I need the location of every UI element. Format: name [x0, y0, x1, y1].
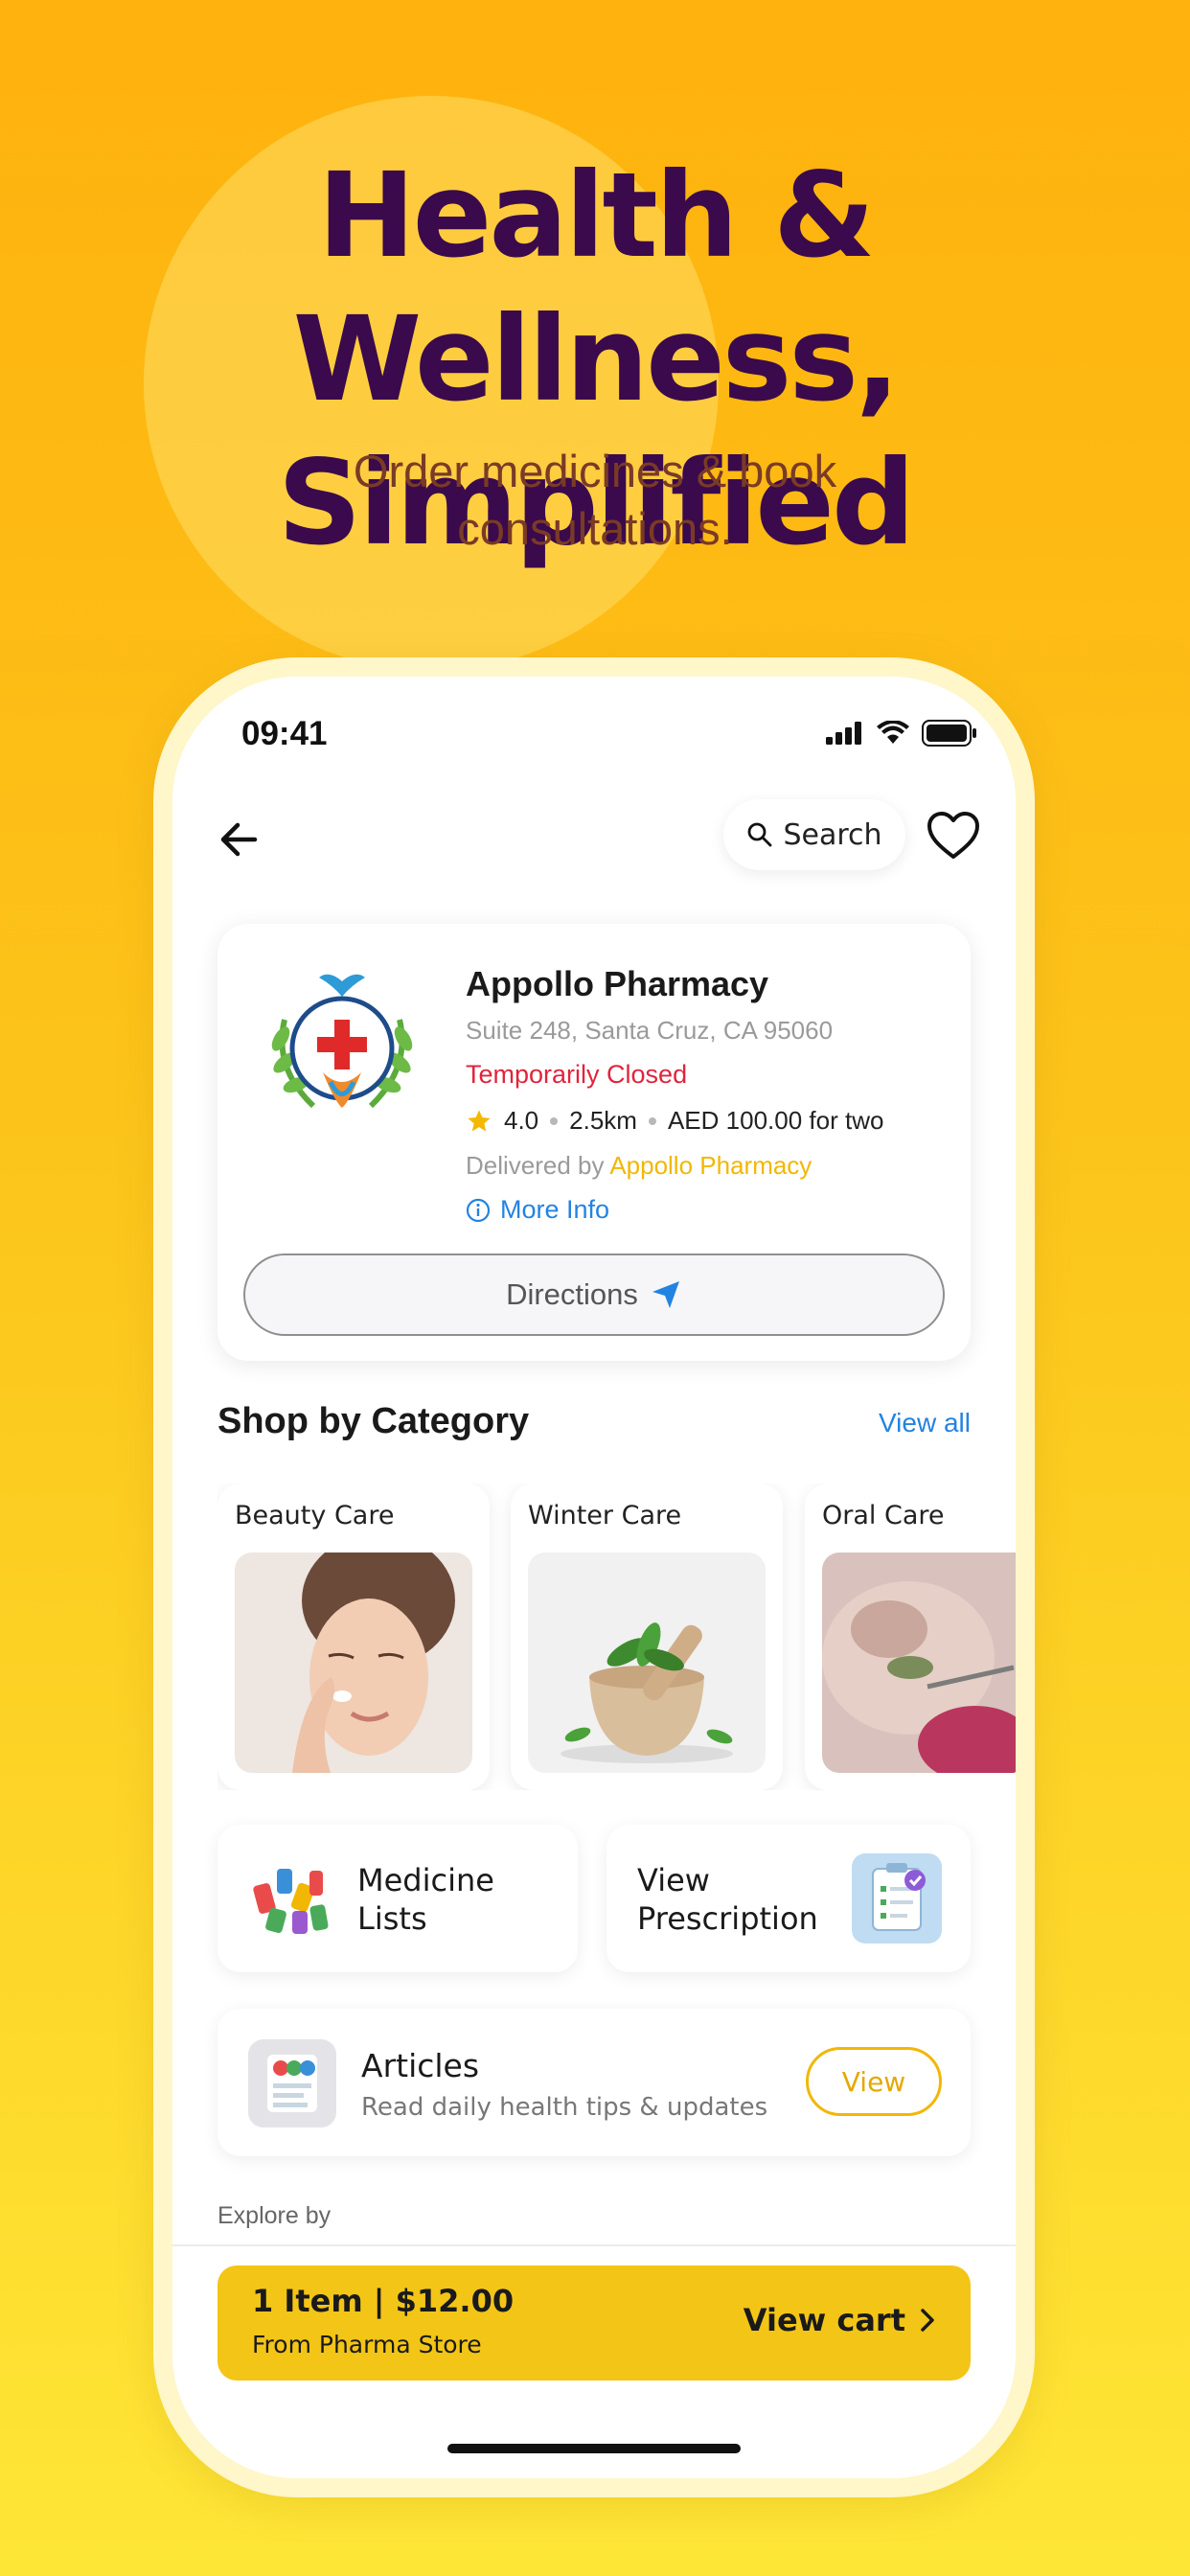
category-label: Oral Care: [822, 1501, 945, 1530]
clipboard-icon: [852, 1853, 942, 1944]
delivered-by: Delivered by Appollo Pharmacy: [466, 1151, 812, 1181]
category-carousel[interactable]: Beauty Care Winter Care Oral Care: [217, 1484, 1016, 1790]
articles-title: Articles: [361, 2047, 480, 2084]
view-cart-label: View cart: [743, 2302, 905, 2338]
search-button[interactable]: Search: [723, 799, 905, 870]
view-prescription-tile[interactable]: View Prescription: [606, 1825, 971, 1972]
star-icon: [468, 1109, 491, 1131]
cart-items-summary: 1 Item | $12.00: [252, 2283, 515, 2319]
top-navbar: Search: [172, 782, 1016, 897]
articles-card[interactable]: Articles Read daily health tips & update…: [217, 2009, 971, 2156]
category-label: Winter Care: [528, 1501, 682, 1530]
pharmacy-logo: [246, 953, 438, 1144]
medicine-lists-tile[interactable]: Medicine Lists: [217, 1825, 578, 1972]
oral-care-image: [822, 1552, 1016, 1773]
signal-icon: [826, 722, 861, 745]
status-time: 09:41: [241, 715, 328, 752]
cart-store: From Pharma Store: [252, 2331, 482, 2358]
store-status: Temporarily Closed: [466, 1060, 688, 1089]
store-address: Suite 248, Santa Cruz, CA 95060: [466, 1016, 834, 1045]
status-icons: [826, 720, 977, 747]
store-distance: 2.5km: [569, 1106, 637, 1135]
articles-view-button[interactable]: View: [806, 2047, 942, 2116]
store-name: Appollo Pharmacy: [466, 964, 769, 1003]
category-card-oral-care[interactable]: Oral Care: [805, 1484, 1016, 1790]
battery-icon: [922, 720, 976, 747]
view-all-link[interactable]: View all: [879, 1408, 971, 1438]
promo-headline-line1: Health & Wellness,: [292, 148, 901, 427]
category-card-winter-care[interactable]: Winter Care: [511, 1484, 783, 1790]
category-section-title: Shop by Category: [217, 1401, 530, 1441]
home-indicator: [447, 2444, 741, 2453]
view-cart-button[interactable]: View cart: [744, 2302, 936, 2338]
medicine-lists-label: Medicine Lists: [357, 1861, 494, 1938]
delivered-by-store: Appollo Pharmacy: [609, 1151, 812, 1180]
back-arrow-icon[interactable]: [211, 811, 268, 868]
more-info-link[interactable]: More Info: [466, 1195, 609, 1225]
medicine-lists-line2: Lists: [357, 1900, 427, 1937]
separator-dot: [550, 1116, 559, 1125]
directions-button[interactable]: Directions: [243, 1254, 945, 1336]
store-rating: 4.0: [504, 1106, 539, 1135]
articles-icon: [248, 2039, 336, 2128]
phone-screen: 09:41 Search Appollo Pharmacy Suite 248,…: [172, 677, 1016, 2478]
status-bar: 09:41: [172, 677, 1016, 792]
explore-by-label: Explore by: [217, 2202, 332, 2229]
wifi-icon: [877, 721, 909, 744]
view-prescription-label: View Prescription: [637, 1861, 818, 1938]
view-prescription-line2: Prescription: [637, 1900, 818, 1937]
info-icon: [466, 1198, 491, 1222]
medicine-bottles-icon: [253, 1869, 329, 1934]
beauty-care-image: [235, 1552, 472, 1773]
delivered-prefix: Delivered by: [466, 1151, 605, 1180]
category-card-beauty-care[interactable]: Beauty Care: [217, 1484, 490, 1790]
view-prescription-line1: View: [637, 1862, 710, 1898]
cart-bar[interactable]: 1 Item | $12.00 From Pharma Store View c…: [217, 2266, 971, 2380]
store-card: Appollo Pharmacy Suite 248, Santa Cruz, …: [217, 924, 971, 1361]
category-label: Beauty Care: [235, 1501, 395, 1530]
heart-icon[interactable]: [925, 809, 982, 862]
chevron-right-icon: [921, 2309, 934, 2332]
navigation-arrow-icon: [652, 1281, 679, 1308]
store-meta: 4.0 2.5km AED 100.00 for two: [466, 1106, 883, 1136]
promo-subline-line2: consultations.: [457, 503, 733, 554]
promo-subline-line1: Order medicines & book: [353, 446, 837, 496]
phone-frame: 09:41 Search Appollo Pharmacy Suite 248,…: [153, 657, 1035, 2497]
store-price: AED 100.00 for two: [667, 1106, 884, 1135]
search-icon: [748, 822, 772, 847]
directions-label: Directions: [506, 1277, 638, 1311]
separator-dot: [648, 1116, 656, 1125]
more-info-label: More Info: [500, 1195, 610, 1224]
articles-subtitle: Read daily health tips & updates: [361, 2093, 768, 2122]
winter-care-image: [528, 1552, 766, 1773]
medicine-lists-line1: Medicine: [357, 1862, 494, 1898]
promo-subline: Order medicines & book consultations.: [0, 443, 1190, 558]
search-label: Search: [783, 817, 882, 852]
